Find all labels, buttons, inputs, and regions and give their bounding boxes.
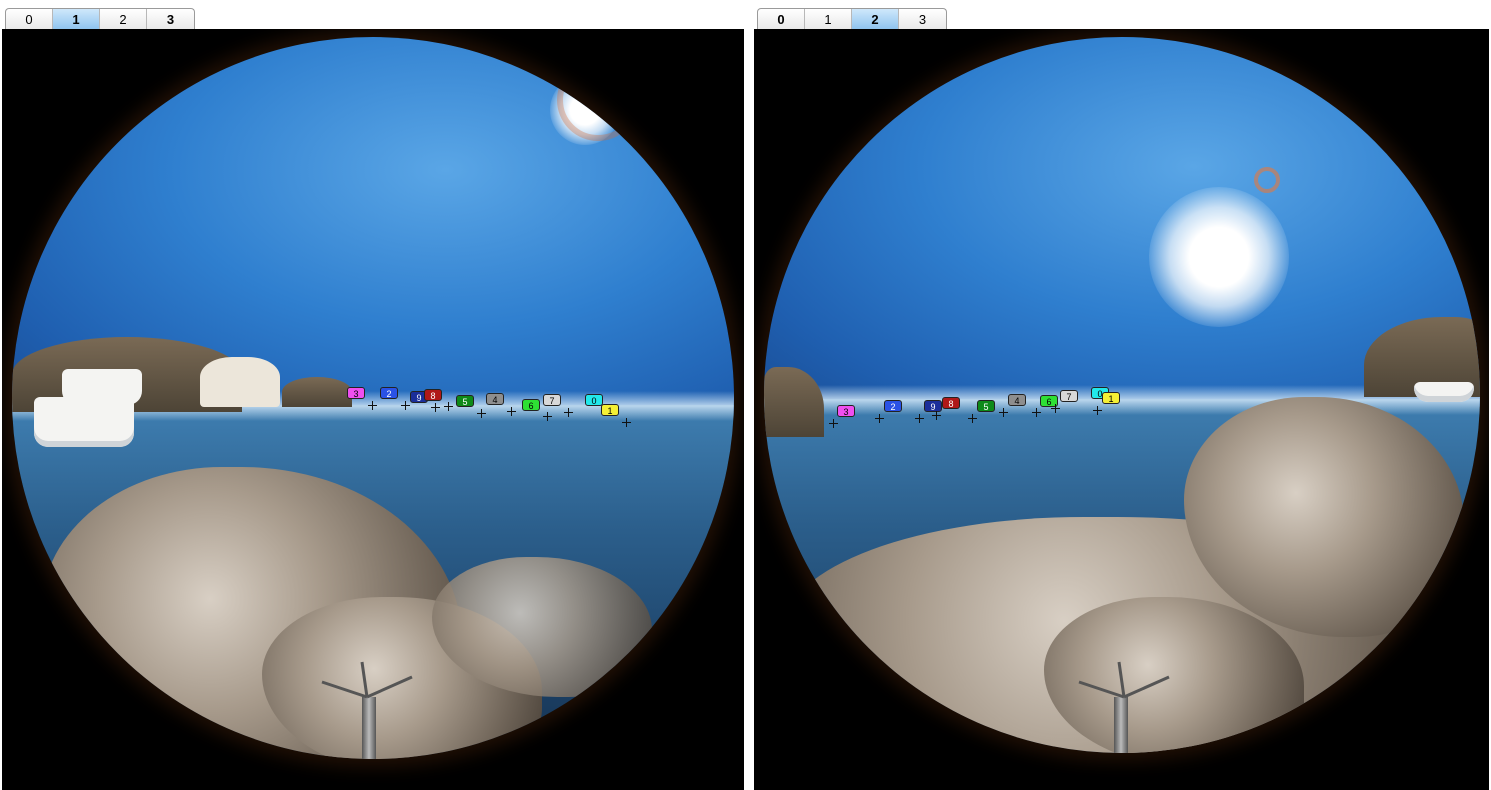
calibration-point-crosshair[interactable] — [915, 414, 924, 423]
calibration-marker-1[interactable]: 1 — [1102, 392, 1120, 404]
tripod-icon — [1078, 661, 1170, 699]
tab-camera-2[interactable]: 2 — [852, 9, 899, 29]
fisheye-image — [12, 37, 734, 759]
calibration-marker-2[interactable]: 2 — [884, 400, 902, 412]
calibration-point-crosshair[interactable] — [1051, 404, 1060, 413]
calibration-point-crosshair[interactable] — [543, 412, 552, 421]
casino-building — [200, 357, 280, 407]
calibration-point-crosshair[interactable] — [444, 402, 453, 411]
calibration-marker-7[interactable]: 7 — [1060, 390, 1078, 402]
calibration-marker-0[interactable]: 0 — [585, 394, 603, 406]
calibration-point-crosshair[interactable] — [622, 418, 631, 427]
calibration-marker-3[interactable]: 3 — [347, 387, 365, 399]
tab-camera-2[interactable]: 2 — [100, 9, 147, 29]
calibration-point-crosshair[interactable] — [431, 403, 440, 412]
boat — [1414, 382, 1474, 402]
calibration-point-crosshair[interactable] — [507, 407, 516, 416]
calibration-point-crosshair[interactable] — [829, 419, 838, 428]
tab-camera-1[interactable]: 1 — [805, 9, 852, 29]
calibration-point-crosshair[interactable] — [477, 409, 486, 418]
calibration-marker-6[interactable]: 6 — [522, 399, 540, 411]
calibration-marker-7[interactable]: 7 — [543, 394, 561, 406]
calibration-point-crosshair[interactable] — [564, 408, 573, 417]
fisheye-image-viewer[interactable]: 3 2 9 8 5 4 6 7 0 1 — [2, 29, 744, 790]
tab-camera-0[interactable]: 0 — [6, 9, 53, 29]
camera-tab-bar: 0 1 2 3 — [5, 8, 195, 29]
fisheye-image-viewer[interactable]: 3 2 9 8 5 4 6 7 0 1 — [754, 29, 1489, 790]
calibration-point-crosshair[interactable] — [1093, 406, 1102, 415]
tab-camera-0[interactable]: 0 — [758, 9, 805, 29]
tab-camera-3[interactable]: 3 — [147, 9, 194, 29]
calibration-marker-8[interactable]: 8 — [424, 389, 442, 401]
calibration-point-crosshair[interactable] — [401, 401, 410, 410]
calibration-point-crosshair[interactable] — [368, 401, 377, 410]
calibration-marker-5[interactable]: 5 — [456, 395, 474, 407]
calibration-marker-4[interactable]: 4 — [486, 393, 504, 405]
calibration-point-crosshair[interactable] — [875, 414, 884, 423]
tab-camera-3[interactable]: 3 — [899, 9, 946, 29]
sun — [1149, 187, 1289, 327]
calibration-marker-5[interactable]: 5 — [977, 400, 995, 412]
hillside-small — [282, 377, 352, 407]
calibration-marker-2[interactable]: 2 — [380, 387, 398, 399]
lens-flare — [557, 59, 639, 141]
calibration-marker-8[interactable]: 8 — [942, 397, 960, 409]
fisheye-image — [764, 37, 1480, 753]
tab-camera-1[interactable]: 1 — [53, 9, 100, 29]
calibration-marker-3[interactable]: 3 — [837, 405, 855, 417]
tripod-icon — [321, 661, 413, 699]
camera-tab-bar: 0 1 2 3 — [757, 8, 947, 29]
boat-cabin — [62, 369, 142, 405]
calibration-point-crosshair[interactable] — [932, 411, 941, 420]
calibration-marker-1[interactable]: 1 — [601, 404, 619, 416]
calibration-point-crosshair[interactable] — [999, 408, 1008, 417]
calibration-point-crosshair[interactable] — [968, 414, 977, 423]
lens-flare — [1254, 167, 1280, 193]
calibration-point-crosshair[interactable] — [1032, 408, 1041, 417]
calibration-marker-4[interactable]: 4 — [1008, 394, 1026, 406]
